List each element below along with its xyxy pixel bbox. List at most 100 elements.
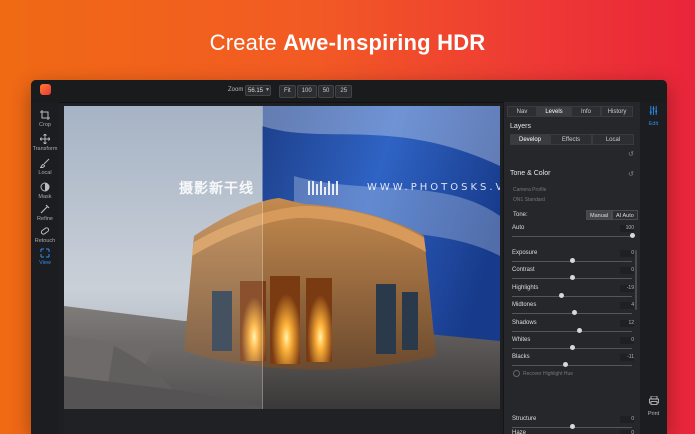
- filmstrip-area: [64, 409, 500, 434]
- zoom-50-button[interactable]: 50: [317, 85, 335, 98]
- tab-info[interactable]: Info: [571, 106, 601, 117]
- photo-canvas[interactable]: 摄影新干线 WWW.PHOTOSKS.VIP: [64, 106, 500, 409]
- zoom-fit-button[interactable]: Fit: [279, 85, 296, 98]
- ai-auto-button[interactable]: AI Auto: [612, 210, 638, 220]
- title-bar: Zoom 56.15 ▼ Fit 100 50 25: [31, 80, 667, 103]
- mask-icon: [40, 182, 50, 192]
- zoom-100-button[interactable]: 100: [296, 85, 317, 98]
- edit-module-button[interactable]: Edit: [640, 102, 667, 127]
- tool-label: View: [39, 260, 51, 266]
- adjustment-panel: Nav Levels Info History Layers Develop E…: [503, 102, 640, 434]
- headline-part2: Awe-Inspiring HDR: [283, 30, 486, 55]
- printer-icon: [648, 395, 659, 405]
- tool-crop[interactable]: Crop: [31, 110, 59, 128]
- slider-value[interactable]: -19: [620, 285, 634, 292]
- tab-nav[interactable]: Nav: [507, 106, 537, 117]
- tool-sidebar: Crop Transform Local Mask Refine Retouch…: [31, 102, 59, 434]
- slider-knob[interactable]: [558, 293, 564, 298]
- slider-label: Shadows: [512, 320, 537, 326]
- panel-tabs: Nav Levels Info History: [507, 106, 633, 117]
- camera-profile-value[interactable]: ON1 Standard: [513, 197, 545, 203]
- print-label: Print: [647, 411, 660, 417]
- slider-track[interactable]: [512, 331, 632, 332]
- module-strip: Edit Print: [640, 102, 667, 434]
- before-after-divider[interactable]: [262, 106, 263, 409]
- tool-label: Refine: [37, 216, 53, 222]
- crop-icon: [40, 110, 50, 120]
- tool-label: Crop: [39, 122, 51, 128]
- view-icon: [40, 248, 50, 258]
- tab-history[interactable]: History: [601, 106, 633, 117]
- brush-icon: [40, 158, 50, 168]
- slider-value[interactable]: 0: [620, 430, 634, 434]
- slider-track[interactable]: [512, 296, 632, 297]
- tab-develop[interactable]: Develop: [510, 134, 550, 145]
- zoom-presets: Fit 100 50 25: [279, 85, 353, 98]
- slider-value[interactable]: 0: [620, 250, 634, 257]
- transform-icon: [40, 134, 50, 144]
- app-window: Zoom 56.15 ▼ Fit 100 50 25 Crop Transfor…: [31, 80, 667, 434]
- hdr-photo: [64, 106, 500, 409]
- camera-profile-label: Camera Profile: [513, 187, 547, 193]
- tab-levels[interactable]: Levels: [537, 106, 571, 117]
- slider-value[interactable]: 4: [620, 302, 634, 309]
- app-logo-icon: [40, 84, 51, 95]
- slider-label: Structure: [512, 416, 537, 422]
- retouch-icon: [40, 227, 50, 235]
- slider-knob[interactable]: [570, 424, 575, 429]
- watermark-url: WWW.PHOTOSKS.VIP: [367, 182, 500, 193]
- tone-mode-toggle: Manual AI Auto: [586, 210, 638, 220]
- slider-value[interactable]: 100: [620, 225, 634, 232]
- slider-label: Highlights: [512, 285, 539, 291]
- print-module-button[interactable]: Print: [640, 392, 667, 417]
- section-reset-icon[interactable]: ↺: [628, 170, 634, 178]
- slider-label: Blacks: [512, 354, 530, 360]
- edit-label: Edit: [648, 121, 659, 127]
- reset-icon[interactable]: ↺: [628, 150, 634, 158]
- zoom-25-button[interactable]: 25: [335, 85, 353, 98]
- tool-view[interactable]: View: [31, 248, 59, 266]
- checkbox-label: Recover Highlight Hue: [523, 370, 574, 377]
- slider-label: Auto: [512, 225, 525, 231]
- slider-knob[interactable]: [572, 310, 578, 315]
- tool-label: Mask: [38, 194, 52, 200]
- zoom-label: Zoom: [228, 87, 244, 93]
- slider-label: Haze: [512, 430, 527, 434]
- slider-value[interactable]: 12: [620, 320, 634, 327]
- slider-knob[interactable]: [570, 345, 575, 350]
- layers-title: Layers: [510, 123, 532, 130]
- slider-value[interactable]: 0: [620, 337, 634, 344]
- tone-label: Tone:: [513, 212, 528, 218]
- tool-local[interactable]: Local: [31, 158, 59, 176]
- headline: Create Awe-Inspiring HDR: [0, 30, 695, 56]
- watermark-text: 摄影新干线: [179, 181, 254, 197]
- slider-knob[interactable]: [563, 362, 569, 367]
- slider-value[interactable]: -11: [620, 354, 634, 361]
- manual-button[interactable]: Manual: [586, 210, 613, 220]
- slider-knob[interactable]: [570, 258, 575, 263]
- slider-value[interactable]: 0: [620, 267, 634, 274]
- slider-label: Contrast: [512, 267, 535, 273]
- slider-value[interactable]: 0: [620, 416, 634, 423]
- tool-transform[interactable]: Transform: [31, 134, 59, 152]
- refine-icon: [40, 204, 50, 214]
- slider-track[interactable]: [512, 236, 632, 237]
- tool-label: Transform: [32, 146, 58, 152]
- tool-mask[interactable]: Mask: [31, 182, 59, 200]
- slider-track[interactable]: [512, 365, 632, 366]
- headline-part1: Create: [209, 30, 284, 55]
- tool-refine[interactable]: Refine: [31, 204, 59, 222]
- panel-scrollbar[interactable]: [635, 250, 637, 310]
- tool-retouch[interactable]: Retouch: [31, 226, 59, 244]
- slider-knob[interactable]: [630, 233, 635, 238]
- chevron-down-icon[interactable]: ▼: [265, 87, 270, 93]
- slider-knob[interactable]: [570, 275, 575, 280]
- section-title: Tone & Color: [510, 170, 551, 177]
- recover-highlight-hue-option[interactable]: Recover Highlight Hue: [513, 370, 573, 377]
- slider-label: Whites: [512, 337, 531, 343]
- tab-local[interactable]: Local: [592, 134, 634, 145]
- tab-effects[interactable]: Effects: [550, 134, 592, 145]
- tool-label: Retouch: [34, 238, 56, 244]
- slider-knob[interactable]: [577, 328, 583, 333]
- sliders-icon: [649, 106, 658, 115]
